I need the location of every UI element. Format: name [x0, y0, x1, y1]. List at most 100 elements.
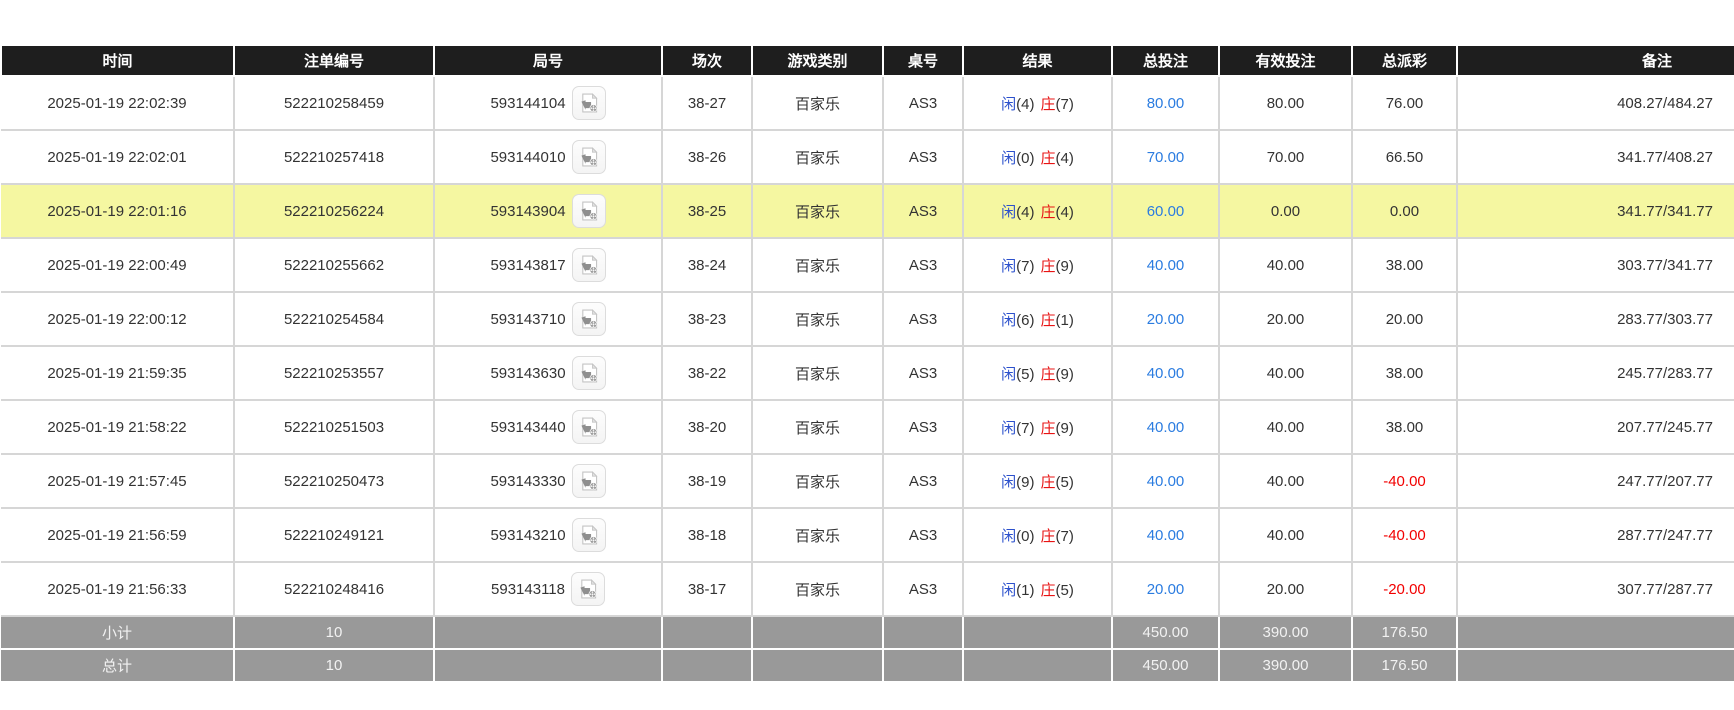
banker-score: (9)	[1056, 366, 1074, 383]
subtotal-row: 小计 10 450.00 390.00 176.50	[1, 616, 1734, 649]
cell-result: 闲(0)庄(7)	[963, 508, 1112, 562]
video-replay-button[interactable]	[572, 302, 606, 336]
player-score: (0)	[1016, 150, 1034, 167]
cell-game-type: 百家乐	[752, 562, 883, 616]
table-row[interactable]: 2025-01-19 21:57:45 522210250473 5931433…	[1, 454, 1734, 508]
player-label: 闲	[1001, 150, 1016, 167]
cell-payout: 0.00	[1352, 184, 1457, 238]
banker-label: 庄	[1041, 96, 1056, 113]
cell-table-no: AS3	[883, 292, 963, 346]
banker-score: (4)	[1056, 150, 1074, 167]
table-row[interactable]: 2025-01-19 21:56:59 522210249121 5931432…	[1, 508, 1734, 562]
banker-score: (4)	[1056, 204, 1074, 221]
video-replay-icon	[577, 578, 599, 600]
video-replay-button[interactable]	[571, 572, 605, 606]
cell-round-no: 593143440	[434, 400, 662, 454]
cell-game-type: 百家乐	[752, 130, 883, 184]
cell-order-no: 522210255662	[234, 238, 434, 292]
cell-table-no: AS3	[883, 508, 963, 562]
banker-label: 庄	[1041, 528, 1056, 545]
cell-game-type: 百家乐	[752, 508, 883, 562]
player-score: (1)	[1016, 582, 1034, 599]
cell-round-no: 593143904	[434, 184, 662, 238]
player-label: 闲	[1001, 96, 1016, 113]
summary-total-bet: 450.00	[1112, 616, 1219, 649]
player-label: 闲	[1001, 420, 1016, 437]
cell-time: 2025-01-19 22:00:49	[1, 238, 234, 292]
player-score: (4)	[1016, 204, 1034, 221]
video-replay-button[interactable]	[572, 86, 606, 120]
video-replay-icon	[578, 470, 600, 492]
cell-remark: 287.77/247.77	[1457, 508, 1734, 562]
cell-total-bet: 40.00	[1112, 346, 1219, 400]
table-row[interactable]: 2025-01-19 22:01:16 522210256224 5931439…	[1, 184, 1734, 238]
player-label: 闲	[1001, 204, 1016, 221]
cell-table-no: AS3	[883, 400, 963, 454]
banker-score: (9)	[1056, 258, 1074, 275]
cell-order-no: 522210251503	[234, 400, 434, 454]
cell-order-no: 522210258459	[234, 76, 434, 130]
cell-valid-bet: 70.00	[1219, 130, 1352, 184]
table-row[interactable]: 2025-01-19 22:02:01 522210257418 5931440…	[1, 130, 1734, 184]
cell-game-type: 百家乐	[752, 292, 883, 346]
round-no-text: 593143630	[490, 365, 565, 382]
banker-label: 庄	[1041, 582, 1056, 599]
summary-count: 10	[234, 616, 434, 649]
col-header-table-no: 桌号	[883, 45, 963, 76]
table-row[interactable]: 2025-01-19 22:00:49 522210255662 5931438…	[1, 238, 1734, 292]
cell-round-no: 593143330	[434, 454, 662, 508]
round-no-text: 593143710	[490, 311, 565, 328]
cell-round-no: 593144010	[434, 130, 662, 184]
cell-session: 38-17	[662, 562, 752, 616]
cell-valid-bet: 80.00	[1219, 76, 1352, 130]
video-replay-button[interactable]	[572, 464, 606, 498]
cell-session: 38-18	[662, 508, 752, 562]
col-header-round-no: 局号	[434, 45, 662, 76]
cell-total-bet: 80.00	[1112, 76, 1219, 130]
table-row[interactable]: 2025-01-19 21:58:22 522210251503 5931434…	[1, 400, 1734, 454]
video-replay-icon	[578, 146, 600, 168]
cell-session: 38-25	[662, 184, 752, 238]
cell-table-no: AS3	[883, 184, 963, 238]
cell-payout: -40.00	[1352, 454, 1457, 508]
video-replay-button[interactable]	[572, 140, 606, 174]
video-replay-button[interactable]	[572, 356, 606, 390]
cell-session: 38-26	[662, 130, 752, 184]
cell-remark: 408.27/484.27	[1457, 76, 1734, 130]
player-label: 闲	[1001, 474, 1016, 491]
cell-session: 38-27	[662, 76, 752, 130]
cell-result: 闲(7)庄(9)	[963, 238, 1112, 292]
cell-valid-bet: 40.00	[1219, 400, 1352, 454]
cell-valid-bet: 20.00	[1219, 562, 1352, 616]
banker-label: 庄	[1041, 366, 1056, 383]
cell-table-no: AS3	[883, 76, 963, 130]
table-row[interactable]: 2025-01-19 21:56:33 522210248416 5931431…	[1, 562, 1734, 616]
cell-round-no: 593144104	[434, 76, 662, 130]
col-header-total-bet: 总投注	[1112, 45, 1219, 76]
cell-game-type: 百家乐	[752, 454, 883, 508]
table-body: 2025-01-19 22:02:39 522210258459 5931441…	[1, 76, 1734, 616]
video-replay-button[interactable]	[572, 248, 606, 282]
cell-table-no: AS3	[883, 130, 963, 184]
table-row[interactable]: 2025-01-19 22:02:39 522210258459 5931441…	[1, 76, 1734, 130]
video-replay-button[interactable]	[572, 518, 606, 552]
cell-game-type: 百家乐	[752, 238, 883, 292]
player-label: 闲	[1001, 258, 1016, 275]
video-replay-button[interactable]	[572, 194, 606, 228]
round-no-text: 593143210	[490, 527, 565, 544]
cell-payout: 38.00	[1352, 346, 1457, 400]
summary-label: 小计	[1, 616, 234, 649]
table-row[interactable]: 2025-01-19 22:00:12 522210254584 5931437…	[1, 292, 1734, 346]
video-replay-icon	[578, 308, 600, 330]
summary-valid-bet: 390.00	[1219, 649, 1352, 682]
video-replay-button[interactable]	[572, 410, 606, 444]
video-replay-icon	[578, 362, 600, 384]
video-replay-icon	[578, 92, 600, 114]
cell-result: 闲(7)庄(9)	[963, 400, 1112, 454]
col-header-session: 场次	[662, 45, 752, 76]
summary-count: 10	[234, 649, 434, 682]
table-row[interactable]: 2025-01-19 21:59:35 522210253557 5931436…	[1, 346, 1734, 400]
cell-payout: 38.00	[1352, 238, 1457, 292]
cell-valid-bet: 40.00	[1219, 346, 1352, 400]
banker-score: (1)	[1056, 312, 1074, 329]
